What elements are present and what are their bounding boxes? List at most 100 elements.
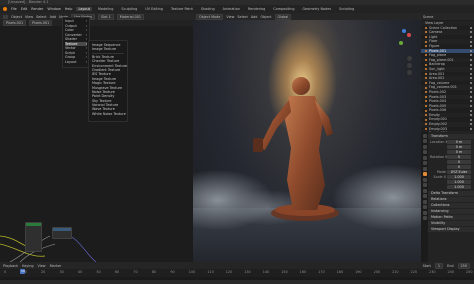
property-field[interactable]: 0 m	[447, 140, 471, 144]
properties-tab-icon[interactable]	[422, 216, 427, 220]
menu-help[interactable]: Help	[65, 7, 73, 11]
properties-tab-icon[interactable]	[422, 139, 427, 143]
menu-render[interactable]: Render	[31, 7, 43, 11]
blender-logo-icon[interactable]	[3, 7, 7, 11]
tab-layout[interactable]: Layout	[76, 7, 92, 11]
visibility-eye-icon[interactable]	[470, 40, 472, 43]
visibility-eye-icon[interactable]	[470, 59, 472, 62]
properties-tab-icon[interactable]	[422, 150, 427, 154]
visibility-eye-icon[interactable]	[470, 86, 472, 89]
properties-section-header[interactable]: Viewport Display	[428, 227, 474, 232]
tab-scripting[interactable]: Scripting	[337, 7, 356, 11]
properties-tab-icon[interactable]	[422, 205, 427, 209]
properties-tab-icon[interactable]	[422, 133, 427, 138]
gizmo-y-icon[interactable]	[399, 41, 403, 45]
tab-compositing[interactable]: Compositing	[271, 7, 296, 11]
visibility-eye-icon[interactable]	[470, 123, 472, 126]
properties-section-header[interactable]: Relations	[428, 197, 474, 202]
properties-section-header[interactable]: Visibility	[428, 221, 474, 226]
node-menu-add[interactable]: Add	[50, 15, 57, 19]
properties-tab-icon[interactable]	[422, 183, 427, 187]
visibility-eye-icon[interactable]	[470, 109, 472, 112]
properties-tab-icon[interactable]	[422, 161, 427, 165]
pan-icon[interactable]	[407, 63, 412, 68]
visibility-eye-icon[interactable]	[470, 49, 472, 52]
viewport-menu-object-mode[interactable]: Object Mode	[196, 13, 224, 20]
visibility-eye-icon[interactable]	[470, 26, 472, 29]
visibility-eye-icon[interactable]	[470, 31, 472, 34]
texture-menu-item[interactable]: Checker Texture	[92, 59, 124, 63]
properties-tab-icon[interactable]	[422, 210, 427, 215]
visibility-eye-icon[interactable]	[470, 68, 472, 71]
tab-uv-editing[interactable]: UV Editing	[143, 7, 165, 11]
visibility-eye-icon[interactable]	[470, 82, 472, 85]
properties-tab-icon[interactable]	[422, 177, 427, 182]
viewport-menu-object[interactable]: Object	[260, 15, 271, 19]
3d-viewport[interactable]	[193, 20, 421, 262]
visibility-eye-icon[interactable]	[470, 91, 472, 94]
tab-geometry-nodes[interactable]: Geometry Nodes	[301, 7, 334, 11]
property-field[interactable]: 1.000	[447, 180, 471, 184]
outliner[interactable]: View Layer Scene Collection Camera Light Flo…	[421, 20, 474, 136]
gizmo-x-icon[interactable]	[407, 33, 411, 37]
tab-rendering[interactable]: Rendering	[246, 7, 267, 11]
timeline-menu-marker[interactable]: Marker	[50, 264, 62, 268]
start-frame-field[interactable]: 1	[434, 262, 444, 269]
property-field[interactable]: 0 m	[447, 145, 471, 149]
transform-orientation-dropdown[interactable]: Global	[274, 13, 292, 20]
tab-texture-paint[interactable]: Texture Paint	[169, 7, 195, 11]
properties-tab-icon[interactable]	[422, 199, 427, 204]
properties-tab-icon[interactable]	[422, 155, 427, 160]
timeline-menu-keying[interactable]: Keying	[22, 264, 33, 268]
node-menu-object[interactable]: Object	[11, 15, 22, 19]
tab-animation[interactable]: Animation	[221, 7, 242, 11]
property-field[interactable]: 1.000	[447, 185, 471, 189]
property-field[interactable]: 0	[447, 155, 471, 159]
visibility-eye-icon[interactable]	[470, 127, 472, 130]
viewport-menu-add[interactable]: Add	[251, 15, 258, 19]
material-dropdown[interactable]: Material.001	[116, 13, 145, 20]
menu-file[interactable]: File	[11, 7, 17, 11]
shader-node[interactable]	[25, 222, 42, 252]
node-menu-select[interactable]: Select	[36, 15, 46, 19]
visibility-eye-icon[interactable]	[470, 95, 472, 98]
texture-menu-item[interactable]: White Noise Texture	[92, 112, 126, 116]
timeline-menu-view[interactable]: View	[38, 264, 46, 268]
add-menu-item-layout[interactable]: Layout ›	[65, 60, 87, 65]
property-field[interactable]: 0	[447, 160, 471, 164]
property-field[interactable]: 1.000	[447, 175, 471, 179]
navigation-gizmo[interactable]	[393, 28, 415, 50]
visibility-eye-icon[interactable]	[470, 63, 472, 66]
menu-window[interactable]: Window	[47, 7, 60, 11]
timeline-ruler[interactable]: 0 10 20 30 40 50 60 70 80 90 100 110 120 130 140 150 160…	[0, 269, 474, 277]
tab-sculpting[interactable]: Sculpting	[119, 7, 139, 11]
visibility-eye-icon[interactable]	[470, 77, 472, 80]
end-frame-field[interactable]: 250	[457, 262, 470, 269]
visibility-eye-icon[interactable]	[470, 100, 472, 103]
visibility-eye-icon[interactable]	[470, 45, 472, 48]
camera-view-icon[interactable]	[407, 70, 412, 75]
property-field[interactable]: 0 m	[447, 150, 471, 154]
properties-tab-icon[interactable]	[422, 194, 427, 198]
current-frame-indicator[interactable]: 10	[20, 269, 26, 274]
visibility-eye-icon[interactable]	[470, 36, 472, 39]
properties-section-header[interactable]: Motion Paths	[428, 215, 474, 220]
zoom-icon[interactable]	[407, 56, 412, 61]
properties-section-header[interactable]: Delta Transform	[428, 191, 474, 196]
slot-dropdown[interactable]: Slot 1	[98, 13, 114, 20]
properties-tab-icon[interactable]	[422, 166, 427, 171]
visibility-eye-icon[interactable]	[470, 114, 472, 117]
visibility-eye-icon[interactable]	[470, 104, 472, 107]
mix-node[interactable]	[52, 227, 72, 239]
timeline-menu-playback[interactable]: Playback	[3, 264, 18, 268]
properties-section-header[interactable]: Instancing	[428, 209, 474, 214]
property-field[interactable]: 0	[447, 165, 471, 169]
gizmo-z-icon[interactable]	[402, 29, 406, 33]
visibility-eye-icon[interactable]	[470, 118, 472, 121]
viewport-menu-view[interactable]: View	[226, 15, 234, 19]
menu-edit[interactable]: Edit	[21, 7, 28, 11]
node-menu-view[interactable]: View	[25, 15, 33, 19]
properties-tab-icon[interactable]	[422, 188, 427, 193]
visibility-eye-icon[interactable]	[470, 72, 472, 75]
properties-section-header[interactable]: Transform	[428, 134, 474, 139]
